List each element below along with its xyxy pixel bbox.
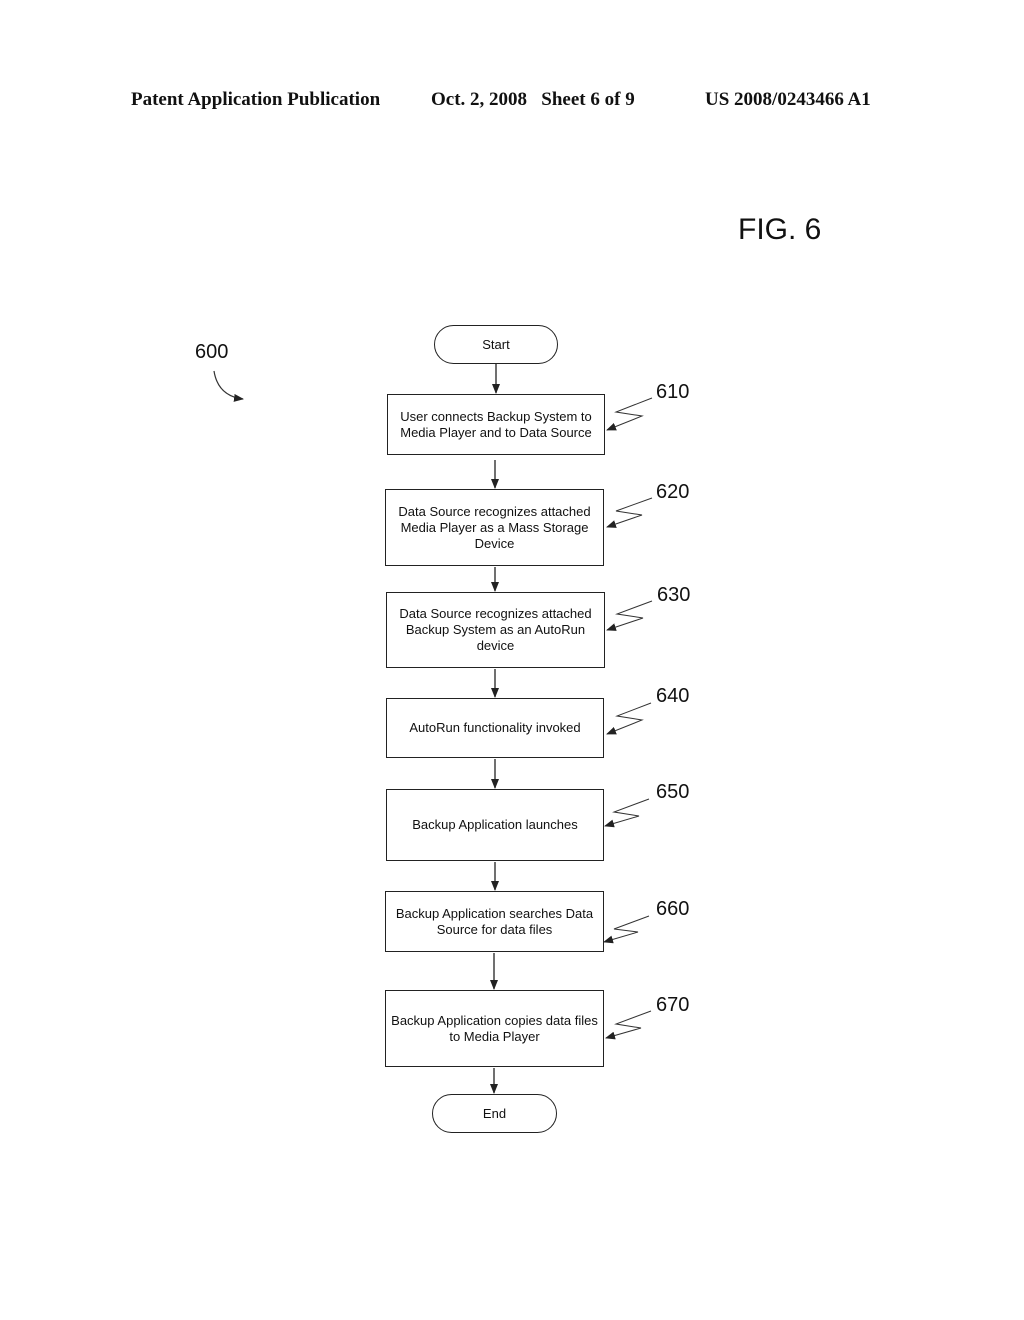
step-650-box: Backup Application launches	[386, 789, 604, 861]
step-610-text: User connects Backup System to Media Pla…	[400, 408, 592, 440]
reference-600-arrow	[213, 370, 244, 402]
step-640-box: AutoRun functionality invoked	[386, 698, 604, 758]
leader-620	[606, 497, 653, 528]
step-610-box: User connects Backup System to Media Pla…	[387, 394, 605, 455]
leader-670	[605, 1010, 652, 1040]
step-650-ref: 650	[656, 781, 690, 803]
step-660-box: Backup Application searches Data Source …	[385, 891, 604, 952]
step-670-text: Backup Application copies data files to …	[391, 1012, 598, 1044]
step-620-ref: 620	[656, 481, 690, 503]
step-620-box: Data Source recognizes attached Media Pl…	[385, 489, 604, 566]
step-610-ref: 610	[656, 381, 690, 403]
end-label: End	[482, 1106, 507, 1121]
end-terminal: End	[432, 1094, 557, 1133]
step-620-text: Data Source recognizes attached Media Pl…	[398, 503, 591, 551]
step-630-ref: 630	[657, 584, 691, 606]
leader-630	[606, 600, 653, 631]
step-650-text: Backup Application launches	[412, 817, 578, 832]
step-660-text: Backup Application searches Data Source …	[395, 905, 594, 937]
leader-650	[604, 798, 650, 828]
step-660-ref: 660	[656, 898, 690, 920]
step-670-box: Backup Application copies data files to …	[385, 990, 604, 1067]
leader-610	[606, 397, 653, 431]
step-670-ref: 670	[656, 994, 690, 1016]
step-630-text: Data Source recognizes attached Backup S…	[399, 606, 592, 653]
step-630-box: Data Source recognizes attached Backup S…	[386, 592, 605, 668]
start-terminal: Start	[434, 325, 558, 364]
leader-660	[603, 915, 650, 944]
step-640-ref: 640	[656, 685, 690, 707]
step-640-text: AutoRun functionality invoked	[409, 720, 581, 735]
leader-640	[606, 702, 652, 735]
start-label: Start	[482, 337, 510, 352]
